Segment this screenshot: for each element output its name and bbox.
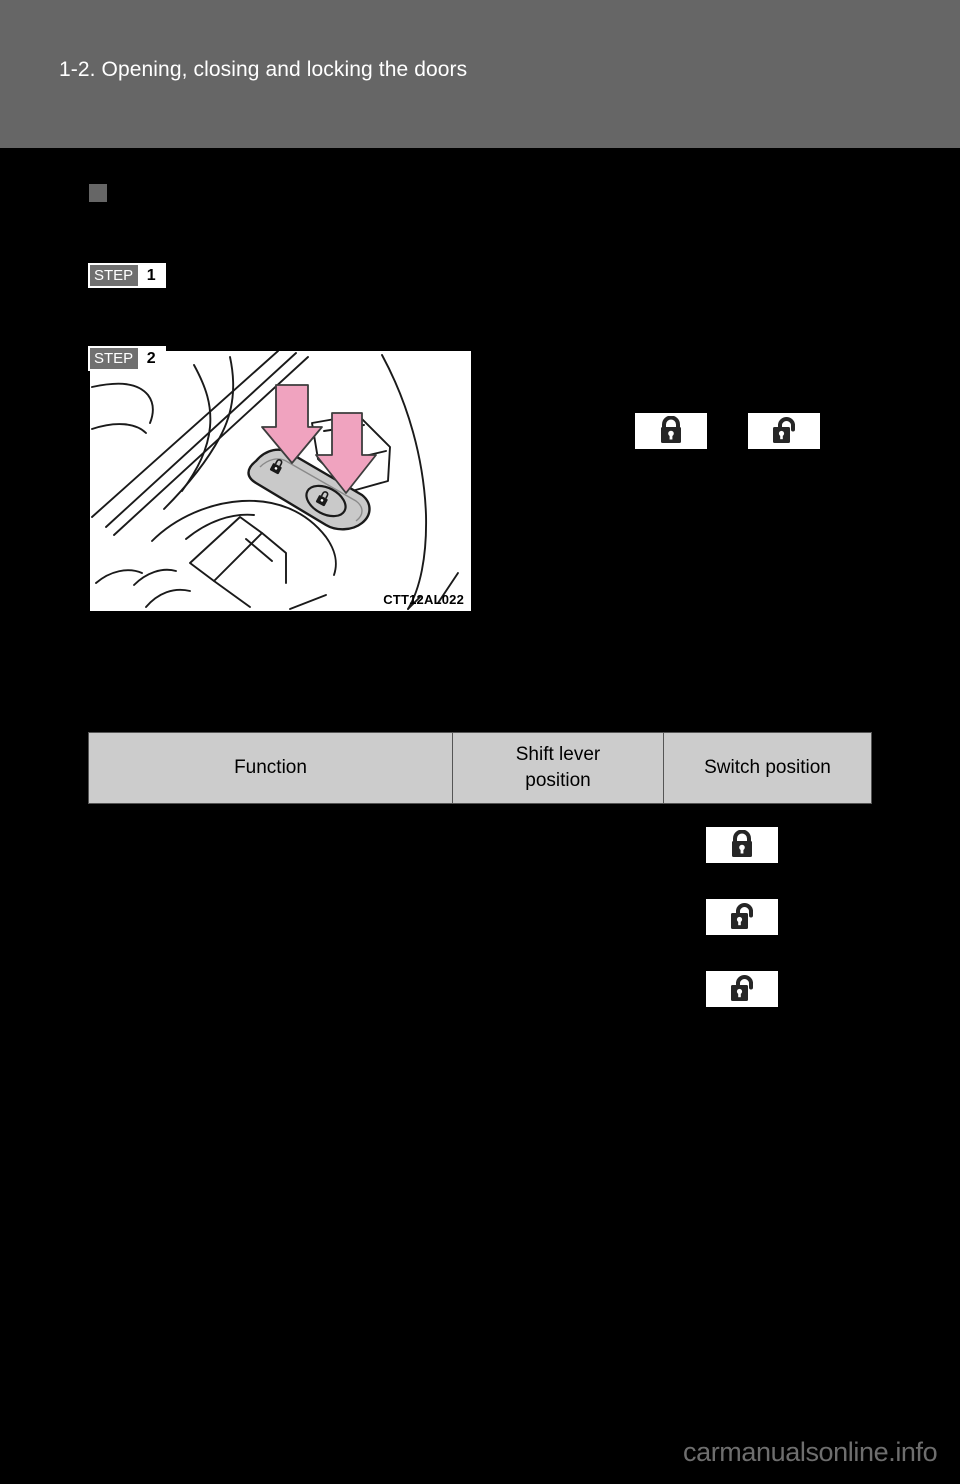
table-header-function: Function (88, 732, 453, 804)
page-content: STEP 1 CTT12AL022 STEP 2 Function Shift … (0, 148, 960, 1484)
step-1-label: STEP (90, 265, 139, 286)
table-header-row: Function Shift lever position Switch pos… (88, 732, 872, 804)
padlock-unlocked-icon (773, 417, 795, 443)
table-header-shift-lever-line2: position (525, 770, 591, 791)
page-title: 1-2. Opening, closing and locking the do… (59, 58, 468, 81)
page-header: 1-2. Opening, closing and locking the do… (0, 0, 960, 148)
function-shift-switch-table: Function Shift lever position Switch pos… (88, 732, 872, 804)
illustration-door-lock-switch: CTT12AL022 (88, 349, 473, 613)
step-badge-2: STEP 2 (88, 346, 167, 371)
step-2-label: STEP (90, 348, 139, 369)
table-header-switch-position: Switch position (663, 732, 872, 804)
padlock-unlocked-icon (731, 975, 753, 1001)
table-header-shift-lever-line1: Shift lever (515, 744, 601, 765)
table-header-shift-lever-position: Shift lever position (452, 732, 664, 804)
step-badge-1: STEP 1 (88, 263, 167, 288)
padlock-locked-icon (732, 830, 752, 857)
padlock-locked-icon-chip-1 (635, 413, 707, 449)
padlock-locked-icon (661, 416, 681, 443)
door-lock-switch-drawing (90, 351, 471, 611)
step-2-number: 2 (138, 348, 165, 369)
step-1-number: 1 (138, 265, 165, 286)
section-bullet-square (89, 184, 107, 202)
padlock-locked-icon-chip-row-1 (706, 827, 778, 863)
padlock-unlocked-icon-chip-row-3 (706, 971, 778, 1007)
illustration-caption: CTT12AL022 (383, 592, 464, 607)
padlock-unlocked-icon (731, 903, 753, 929)
padlock-unlocked-icon-chip-1 (748, 413, 820, 449)
site-watermark: carmanualsonline.info (683, 1437, 938, 1467)
padlock-unlocked-icon-chip-row-2 (706, 899, 778, 935)
